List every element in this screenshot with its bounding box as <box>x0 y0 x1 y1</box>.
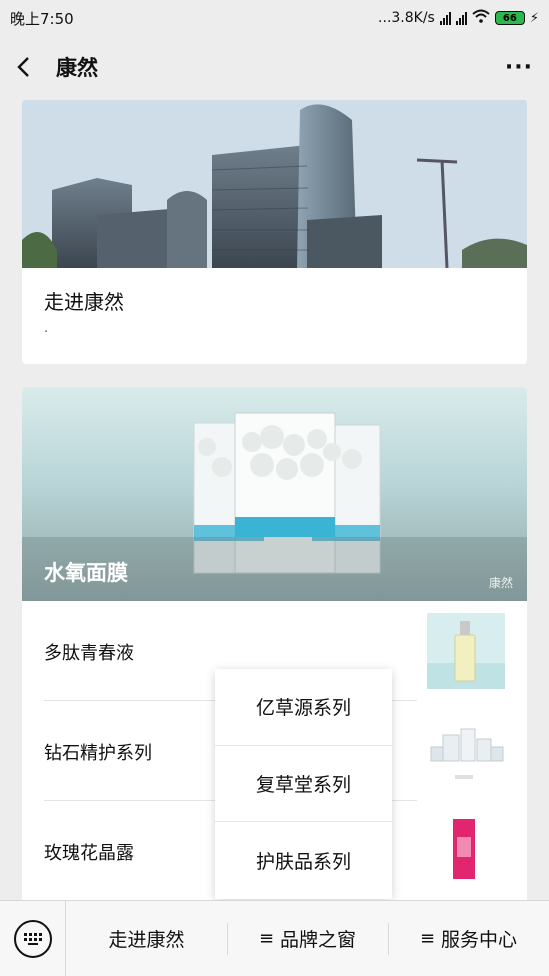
bottom-menu-bar: 走进康然 ≡ 品牌之窗 ≡ 服务中心 <box>0 900 549 976</box>
item-label: 钻石精护系列 <box>44 743 152 764</box>
menu-item-skincare[interactable]: 护肤品系列 <box>215 822 392 899</box>
hero-title: 水氧面膜 <box>44 561 128 585</box>
tab-label: 品牌之窗 <box>280 929 357 951</box>
watermark: 康然 <box>488 576 513 590</box>
wifi-icon <box>472 9 490 27</box>
tab-label: 走进康然 <box>108 929 185 951</box>
intro-card[interactable]: 走进康然 . <box>22 100 527 364</box>
status-bar: 晚上7:50 ...3.8K/s 66 ⚡ <box>0 0 549 36</box>
mask-hero[interactable]: 水氧面膜 康然 <box>22 387 527 601</box>
status-time: 晚上7:50 <box>10 9 74 28</box>
card-title: 走进康然 <box>44 290 124 314</box>
tab-label: 服务中心 <box>441 929 518 951</box>
nav-bar: 康然 ··· <box>0 36 549 98</box>
building-image <box>22 100 527 268</box>
serum-bottle-thumbnail <box>427 613 505 689</box>
battery-icon: 66 <box>494 11 525 25</box>
item-label: 多肽青春液 <box>44 643 134 664</box>
page-title: 康然 <box>56 56 98 80</box>
menu-icon: ≡ <box>419 928 436 949</box>
product-set-thumbnail <box>427 713 505 789</box>
rose-bottle-thumbnail <box>427 813 505 889</box>
signal-hd-icon <box>455 11 467 25</box>
keyboard-toggle-button[interactable] <box>0 900 66 976</box>
menu-icon: ≡ <box>258 928 275 949</box>
charging-icon: ⚡ <box>529 10 539 26</box>
brand-popup-menu: 亿草源系列 复草堂系列 护肤品系列 <box>215 669 392 899</box>
tab-brand-window[interactable]: ≡ 品牌之窗 <box>227 901 388 976</box>
more-button[interactable]: ··· <box>503 55 533 80</box>
keyboard-icon <box>13 919 52 958</box>
back-button[interactable] <box>16 52 46 82</box>
item-label: 玫瑰花晶露 <box>44 843 134 864</box>
tab-service-center[interactable]: ≡ 服务中心 <box>388 901 549 976</box>
chevron-left-icon <box>17 57 29 77</box>
tab-intro[interactable]: 走进康然 <box>66 901 227 976</box>
signal-hd-icon <box>439 11 451 25</box>
status-icons: ...3.8K/s 66 ⚡ <box>378 9 539 27</box>
menu-item-fucaotang[interactable]: 复草堂系列 <box>215 746 392 823</box>
menu-item-yicaoyuan[interactable]: 亿草源系列 <box>215 669 392 746</box>
card-subtitle: . <box>44 321 49 336</box>
network-speed: ...3.8K/s <box>378 10 435 26</box>
